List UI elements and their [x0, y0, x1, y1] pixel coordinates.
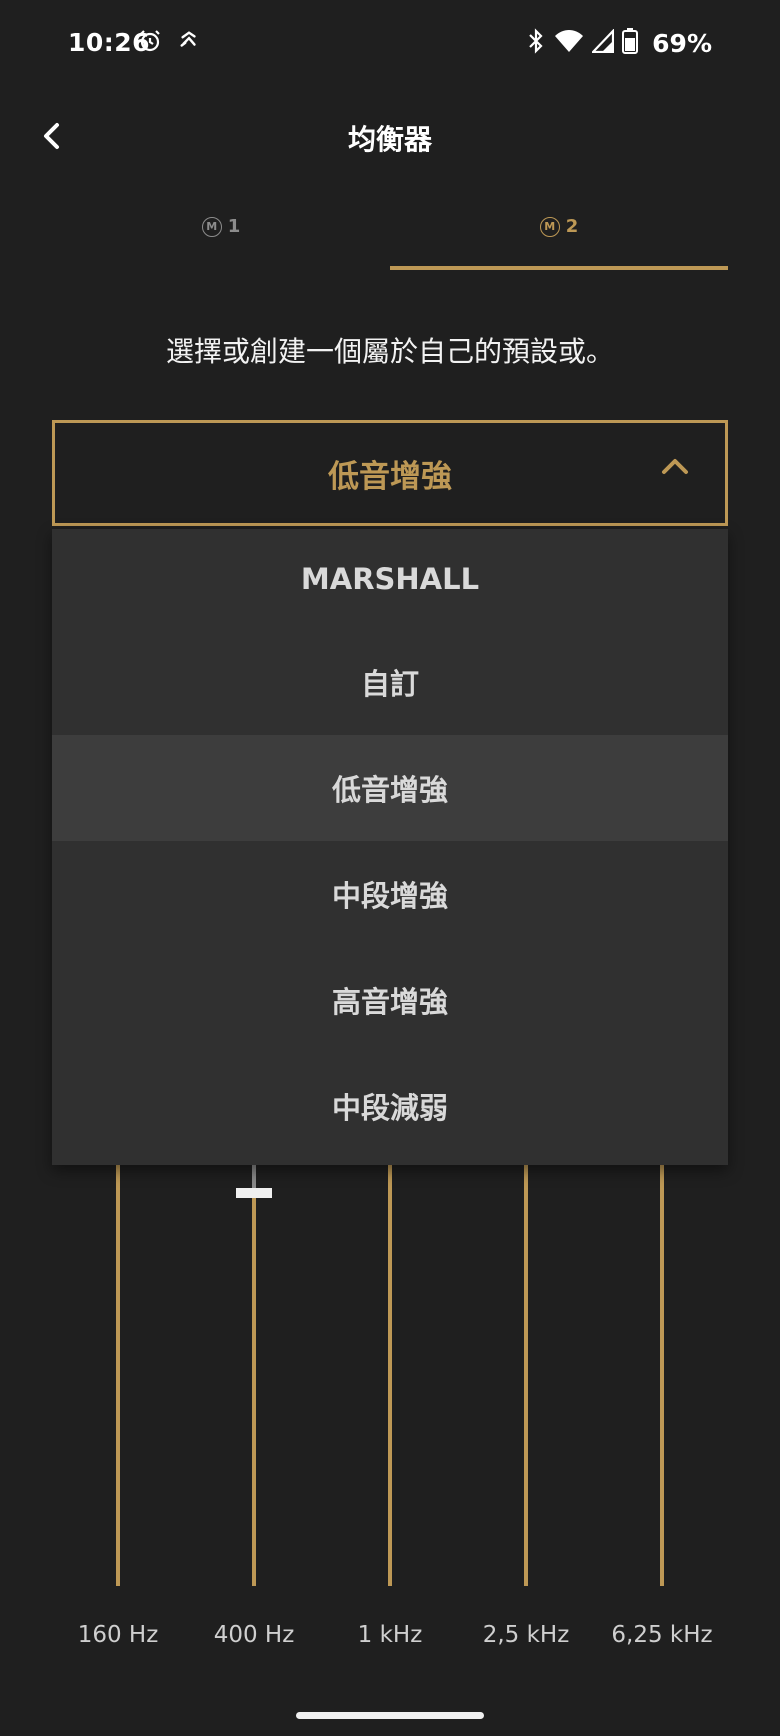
- preset-option-bass-boost[interactable]: 低音增強: [52, 735, 728, 841]
- eq-label-2-5khz: 2,5 kHz: [482, 1622, 570, 1648]
- eq-slider-160hz[interactable]: [116, 1160, 120, 1586]
- preset-menu: MARSHALL 自訂 低音增強 中段增強 高音增強 中段減弱: [52, 529, 728, 1165]
- eq-label-1khz: 1 kHz: [357, 1622, 423, 1648]
- eq-handle-400hz[interactable]: [236, 1188, 272, 1198]
- eq-slider-1khz[interactable]: [388, 1160, 392, 1586]
- equalizer-screen: 10:26 69% 均衡器 M 1 M 2 選擇或創建一個屬於自己的預設或。 1…: [0, 0, 780, 1736]
- eq-slider-6-25khz[interactable]: [660, 1160, 664, 1586]
- home-indicator[interactable]: [296, 1712, 484, 1719]
- eq-label-400hz: 400 Hz: [213, 1622, 295, 1648]
- eq-slider-2-5khz[interactable]: [524, 1160, 528, 1586]
- chevron-up-icon: [662, 459, 688, 474]
- eq-label-6-25khz: 6,25 kHz: [611, 1622, 713, 1648]
- preset-option-treble-boost[interactable]: 高音增強: [52, 947, 728, 1053]
- preset-option-mid-boost[interactable]: 中段增強: [52, 841, 728, 947]
- eq-label-160hz: 160 Hz: [77, 1622, 159, 1648]
- preset-option-custom[interactable]: 自訂: [52, 629, 728, 735]
- preset-selected-value: 低音增強: [328, 458, 452, 495]
- preset-option-mid-cut[interactable]: 中段減弱: [52, 1053, 728, 1159]
- preset-option-marshall[interactable]: MARSHALL: [52, 529, 728, 629]
- eq-slider-400hz[interactable]: [252, 1190, 256, 1586]
- preset-dropdown[interactable]: 低音增強: [52, 420, 728, 526]
